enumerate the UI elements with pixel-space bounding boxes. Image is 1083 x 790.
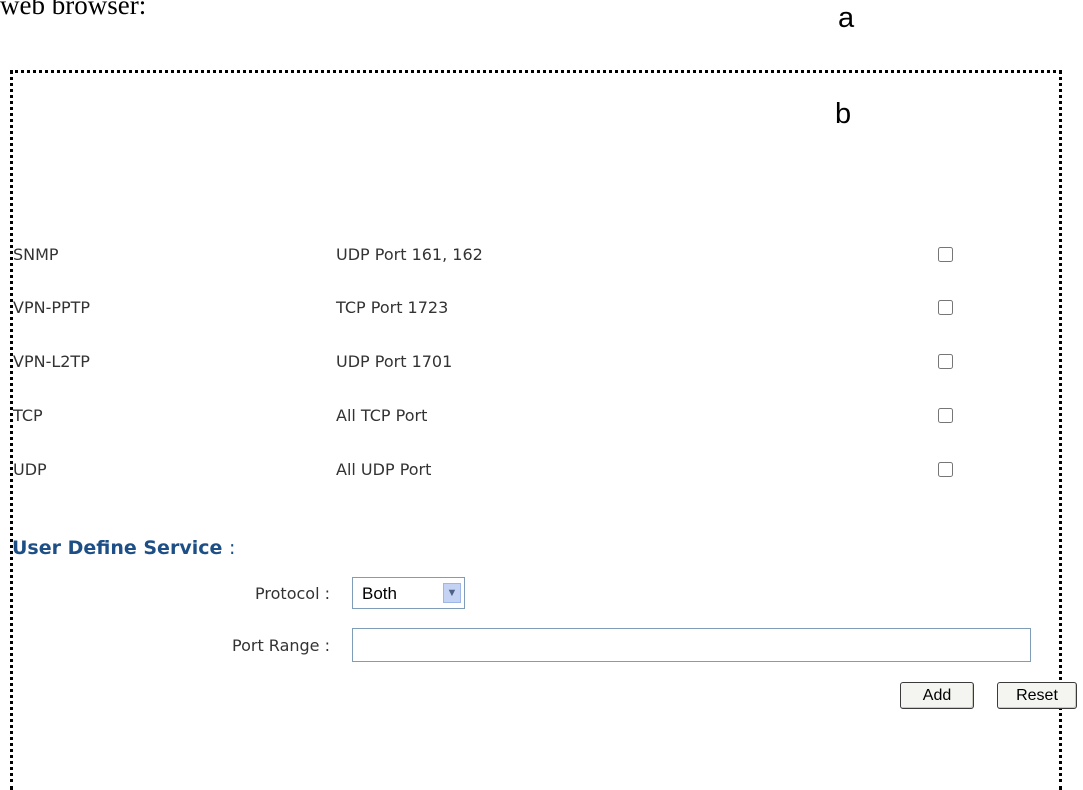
service-row-snmp: SNMP UDP Port 161, 162 [13,245,973,267]
service-checkbox-snmp[interactable] [938,247,953,262]
port-range-input[interactable] [352,628,1031,662]
service-checkbox-udp[interactable] [938,462,953,477]
service-row-vpn-pptp: VPN-PPTP TCP Port 1723 [13,298,973,320]
add-button[interactable]: Add [900,682,974,709]
service-name: VPN-L2TP [13,352,90,371]
service-row-udp: UDP All UDP Port [13,460,973,482]
protocol-label: Protocol : [255,584,330,603]
marker-a: a [838,2,855,34]
chevron-down-icon[interactable]: ▼ [443,583,461,603]
marker-b: b [835,98,852,130]
reset-button[interactable]: Reset [997,682,1077,709]
service-name: UDP [13,460,47,479]
user-define-service-heading: User Define Service : [12,537,235,559]
service-name: VPN-PPTP [13,298,91,317]
service-port: All UDP Port [336,460,432,479]
service-name: SNMP [13,245,59,264]
service-port: All TCP Port [336,406,428,425]
service-port: UDP Port 1701 [336,352,453,371]
service-checkbox-vpn-pptp[interactable] [938,300,953,315]
protocol-select[interactable]: Both ▼ [352,577,465,609]
service-checkbox-vpn-l2tp[interactable] [938,354,953,369]
protocol-select-value: Both [362,584,397,603]
service-row-vpn-l2tp: VPN-L2TP UDP Port 1701 [13,352,973,374]
service-port: TCP Port 1723 [336,298,449,317]
document-intro-text: web browser: [0,0,147,20]
section-title-text: User Define Service [12,537,223,559]
service-row-tcp: TCP All TCP Port [13,406,973,428]
section-title-colon: : [229,537,236,559]
service-port: UDP Port 161, 162 [336,245,483,264]
port-range-label: Port Range : [232,636,330,655]
service-checkbox-tcp[interactable] [938,408,953,423]
service-name: TCP [13,406,43,425]
